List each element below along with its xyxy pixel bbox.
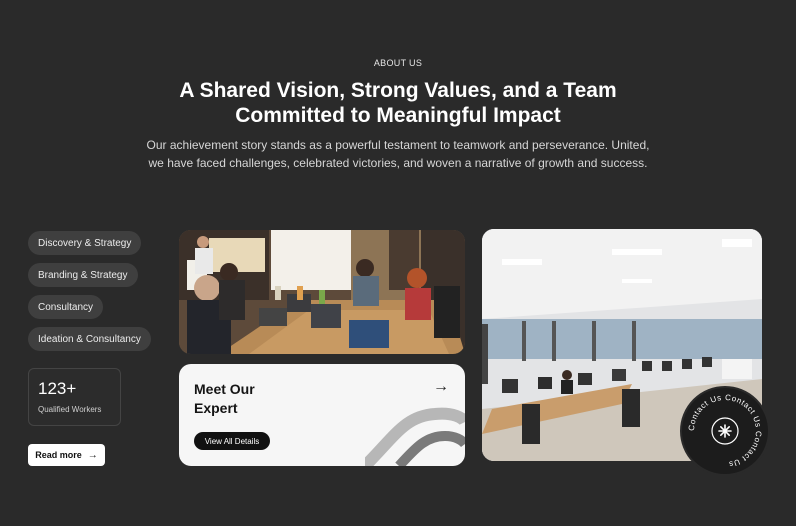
- stat-card: 123+ Qualified Workers: [28, 368, 121, 426]
- service-pill-branding[interactable]: Branding & Strategy: [28, 263, 138, 287]
- meeting-illustration: [179, 230, 465, 354]
- contact-ring: Contact Us Contact Us Contact Us: [687, 393, 763, 469]
- wave-decoration: [365, 407, 465, 466]
- read-more-label: Read more: [35, 450, 82, 460]
- expert-title: Meet Our Expert: [194, 380, 304, 418]
- section-eyebrow: ABOUT US: [373, 58, 423, 68]
- service-pill-consultancy[interactable]: Consultancy: [28, 295, 104, 319]
- view-all-details-button[interactable]: View All Details: [194, 432, 270, 450]
- asterisk-icon: [718, 424, 732, 438]
- arrow-right-icon: →: [87, 449, 98, 461]
- meeting-photo: [179, 230, 465, 354]
- service-pill-discovery[interactable]: Discovery & Strategy: [28, 231, 142, 255]
- contact-us-badge[interactable]: Contact Us Contact Us Contact Us: [680, 386, 770, 476]
- stat-value: 123+: [38, 379, 77, 398]
- intro-line-2: we have faced challenges, celebrated vic…: [148, 156, 648, 170]
- page-title: A Shared Vision, Strong Values, and a Te…: [0, 78, 796, 128]
- arrow-right-icon[interactable]: →: [433, 378, 449, 396]
- service-pill-ideation[interactable]: Ideation & Consultancy: [28, 327, 151, 351]
- meet-expert-card[interactable]: Meet Our Expert → View All Details: [179, 364, 465, 466]
- expert-title-line-2: Expert: [194, 400, 238, 416]
- read-more-button[interactable]: Read more →: [28, 444, 105, 466]
- intro-paragraph: Our achievement story stands as a powerf…: [128, 136, 668, 172]
- expert-title-line-1: Meet Our: [194, 381, 255, 397]
- headline-line-2: Committed to Meaningful Impact: [235, 104, 561, 127]
- headline-line-1: A Shared Vision, Strong Values, and a Te…: [179, 79, 617, 102]
- stat-label: Qualified Workers: [38, 405, 102, 414]
- intro-line-1: Our achievement story stands as a powerf…: [146, 138, 650, 152]
